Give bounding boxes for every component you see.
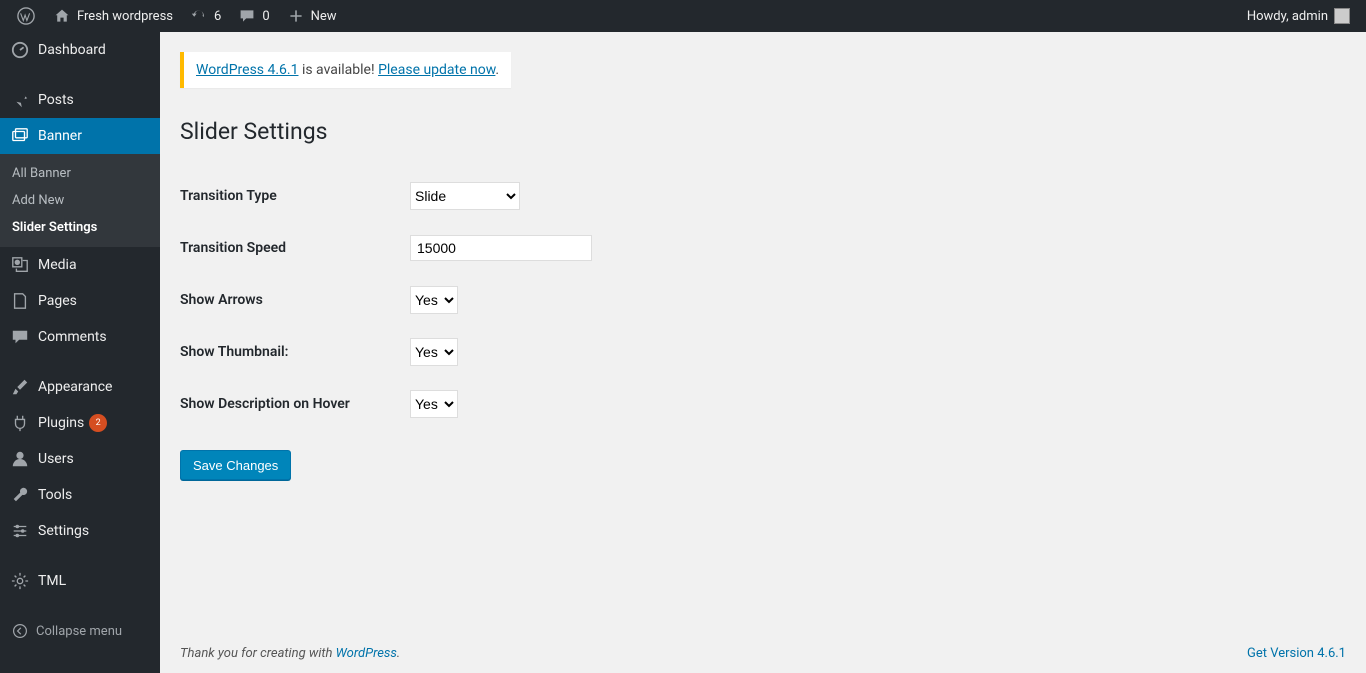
sidebar-item-posts[interactable]: Posts bbox=[0, 82, 160, 118]
footer-thanks-pre: Thank you for creating with bbox=[180, 646, 336, 661]
page-title: Slider Settings bbox=[180, 118, 1346, 145]
submenu-add-new[interactable]: Add New bbox=[0, 187, 160, 214]
wrench-icon bbox=[10, 485, 30, 505]
sliders-icon bbox=[10, 521, 30, 541]
footer-wp-link[interactable]: WordPress bbox=[336, 646, 397, 661]
new-label: New bbox=[311, 9, 337, 24]
sidebar-item-banner[interactable]: Banner bbox=[0, 118, 160, 154]
footer-version-link[interactable]: Get Version 4.6.1 bbox=[1247, 646, 1346, 661]
wp-logo[interactable] bbox=[8, 0, 44, 32]
sidebar-item-users[interactable]: Users bbox=[0, 441, 160, 477]
notice-tail: . bbox=[495, 62, 499, 78]
field-label-transition-type: Transition Type bbox=[180, 170, 400, 222]
brush-icon bbox=[10, 377, 30, 397]
transition-type-select[interactable]: Slide bbox=[410, 182, 520, 210]
dashboard-icon bbox=[10, 40, 30, 60]
sidebar-label: Appearance bbox=[38, 379, 112, 395]
show-thumbnail-select[interactable]: Yes bbox=[410, 338, 458, 366]
save-button[interactable]: Save Changes bbox=[180, 450, 291, 480]
comments-count: 0 bbox=[262, 9, 269, 24]
submenu-slider-settings[interactable]: Slider Settings bbox=[0, 214, 160, 241]
sidebar-item-settings[interactable]: Settings bbox=[0, 513, 160, 549]
comments-link[interactable]: 0 bbox=[229, 0, 277, 32]
sidebar-label: Banner bbox=[38, 128, 82, 144]
collapse-icon bbox=[10, 621, 30, 641]
sidebar-label: Pages bbox=[38, 293, 77, 309]
gear-icon bbox=[10, 571, 30, 591]
sidebar-item-comments[interactable]: Comments bbox=[0, 319, 160, 355]
site-name-link[interactable]: Fresh wordpress bbox=[44, 0, 181, 32]
field-label-transition-speed: Transition Speed bbox=[180, 222, 400, 274]
plugin-icon bbox=[10, 413, 30, 433]
sidebar-label: TML bbox=[38, 573, 66, 589]
sidebar-label: Dashboard bbox=[38, 42, 106, 58]
sidebar-label: Media bbox=[38, 257, 77, 273]
sidebar-item-appearance[interactable]: Appearance bbox=[0, 369, 160, 405]
wp-version-link[interactable]: WordPress 4.6.1 bbox=[196, 62, 298, 78]
update-now-link[interactable]: Please update now bbox=[378, 62, 495, 78]
sidebar-item-pages[interactable]: Pages bbox=[0, 283, 160, 319]
show-arrows-select[interactable]: Yes bbox=[410, 286, 458, 314]
avatar bbox=[1334, 8, 1350, 24]
footer: Thank you for creating with WordPress. G… bbox=[160, 634, 1366, 673]
comment-icon bbox=[10, 327, 30, 347]
sidebar-item-plugins[interactable]: Plugins 2 bbox=[0, 405, 160, 441]
notice-text: is available! bbox=[298, 62, 378, 78]
sidebar-label: Posts bbox=[38, 92, 74, 108]
sidebar-label: Users bbox=[38, 451, 74, 467]
admin-sidebar: Dashboard Posts Banner All Banner Add Ne… bbox=[0, 32, 160, 673]
field-label-show-thumbnail: Show Thumbnail: bbox=[180, 326, 400, 378]
updates-count: 6 bbox=[214, 9, 221, 24]
sidebar-label: Tools bbox=[38, 487, 72, 503]
sidebar-item-media[interactable]: Media bbox=[0, 247, 160, 283]
user-icon bbox=[10, 449, 30, 469]
sidebar-label: Settings bbox=[38, 523, 89, 539]
pushpin-icon bbox=[10, 90, 30, 110]
settings-form: Transition Type Slide Transition Speed S… bbox=[180, 170, 1346, 430]
updates-icon bbox=[189, 6, 209, 26]
show-description-select[interactable]: Yes bbox=[410, 390, 458, 418]
media-icon bbox=[10, 255, 30, 275]
field-label-show-arrows: Show Arrows bbox=[180, 274, 400, 326]
site-name-text: Fresh wordpress bbox=[77, 9, 173, 24]
footer-thanks-post: . bbox=[397, 646, 400, 661]
sidebar-label: Plugins bbox=[38, 415, 84, 431]
sidebar-label: Comments bbox=[38, 329, 107, 345]
home-icon bbox=[52, 6, 72, 26]
my-account-link[interactable]: Howdy, admin bbox=[1239, 0, 1358, 32]
comment-icon bbox=[237, 6, 257, 26]
new-content-link[interactable]: New bbox=[278, 0, 345, 32]
update-notice: WordPress 4.6.1 is available! Please upd… bbox=[180, 52, 511, 88]
content-area: WordPress 4.6.1 is available! Please upd… bbox=[160, 32, 1366, 673]
sidebar-item-dashboard[interactable]: Dashboard bbox=[0, 32, 160, 68]
updates-link[interactable]: 6 bbox=[181, 0, 229, 32]
admin-bar: Fresh wordpress 6 0 New Howdy, admin bbox=[0, 0, 1366, 32]
collapse-menu[interactable]: Collapse menu bbox=[0, 613, 160, 649]
images-icon bbox=[10, 126, 30, 146]
wordpress-icon bbox=[16, 6, 36, 26]
submenu-all-banner[interactable]: All Banner bbox=[0, 160, 160, 187]
field-label-show-description: Show Description on Hover bbox=[180, 378, 400, 430]
page-icon bbox=[10, 291, 30, 311]
sidebar-item-tml[interactable]: TML bbox=[0, 563, 160, 599]
transition-speed-input[interactable] bbox=[410, 235, 592, 261]
plugin-update-count: 2 bbox=[89, 414, 107, 432]
banner-submenu: All Banner Add New Slider Settings bbox=[0, 154, 160, 247]
howdy-text: Howdy, admin bbox=[1247, 9, 1328, 24]
collapse-label: Collapse menu bbox=[36, 624, 122, 639]
sidebar-item-tools[interactable]: Tools bbox=[0, 477, 160, 513]
plus-icon bbox=[286, 6, 306, 26]
